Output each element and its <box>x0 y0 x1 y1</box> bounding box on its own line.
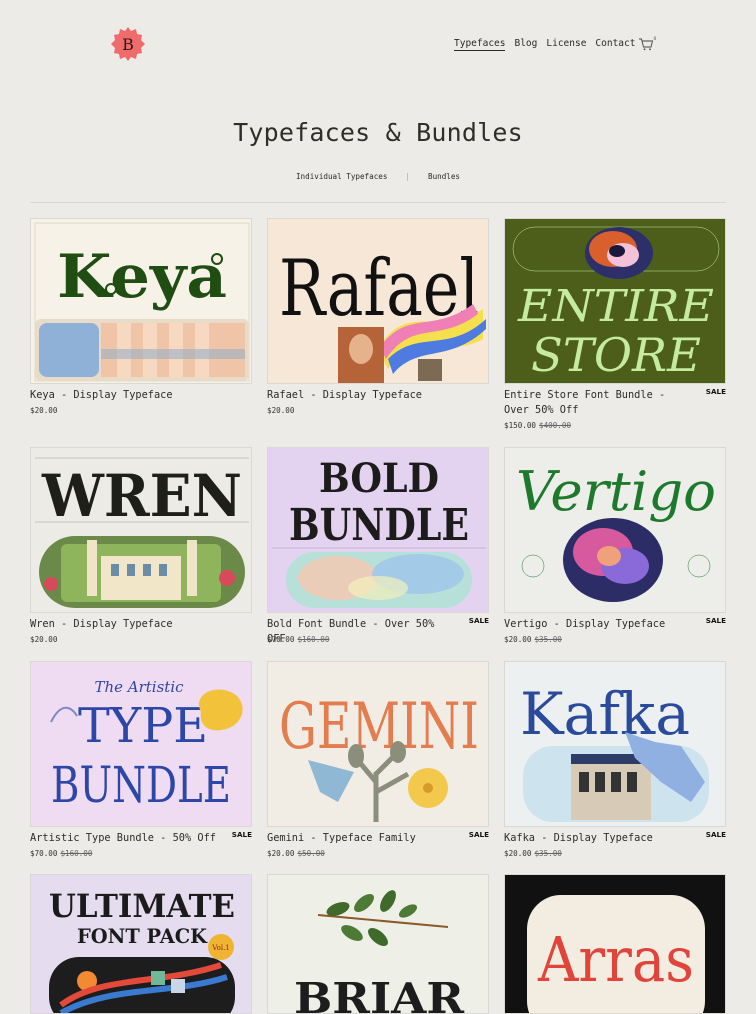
sale-badge: SALE <box>705 830 726 839</box>
product-title[interactable]: Wren - Display Typeface <box>30 617 220 632</box>
product-image-keya[interactable]: Keya <box>30 218 252 384</box>
divider <box>30 202 726 203</box>
product-title[interactable]: Entire Store Font Bundle - Over 50% Off <box>504 388 694 418</box>
product-image-briar[interactable]: BRIAR <box>267 874 489 1014</box>
original-price: $160.00 <box>60 849 93 858</box>
sale-badge: SALE <box>468 830 489 839</box>
cart-icon[interactable]: 0 <box>638 36 657 52</box>
filter-separator: | <box>405 172 410 181</box>
logo-letter: B <box>122 35 134 54</box>
current-price: $20.00 <box>30 635 58 644</box>
product-price: $20.00 <box>30 635 57 644</box>
product-image-ultimate[interactable]: ULTIMATE FONT PACK Vol.1 <box>30 874 252 1014</box>
product-title[interactable]: Keya - Display Typeface <box>30 388 220 403</box>
original-price: $35.00 <box>534 635 562 644</box>
current-price: $20.00 <box>267 406 295 415</box>
nav-blog[interactable]: Blog <box>514 38 537 51</box>
product-card-rafael[interactable]: Rafael Rafael - Display Typeface $20.00 <box>267 218 489 428</box>
product-card-wren[interactable]: WREN Wren - Display Typeface $20.00 <box>30 447 252 647</box>
product-image-vertigo[interactable]: Vertigo <box>504 447 726 613</box>
gemini-wordmark: GEMINI <box>279 690 479 764</box>
current-price: $70.00 <box>267 635 295 644</box>
product-price: $20.00 <box>267 406 294 415</box>
product-image-wren[interactable]: WREN <box>30 447 252 613</box>
product-price: $20.00 $35.00 <box>504 635 562 644</box>
product-card-briar[interactable]: BRIAR <box>267 874 489 1014</box>
current-price: $20.00 <box>30 406 58 415</box>
current-price: $150.00 <box>504 421 537 430</box>
product-price: $20.00 $35.00 <box>504 849 562 858</box>
category-filters: Individual Typefaces | Bundles <box>0 172 756 181</box>
product-image-arras[interactable]: Arras <box>504 874 726 1014</box>
product-price: $70.00 $160.00 <box>30 849 92 858</box>
product-card-bold-bundle[interactable]: BOLD BUNDLE Bold Font Bundle - Over 50% … <box>267 447 489 647</box>
original-price: $50.00 <box>297 849 325 858</box>
product-title[interactable]: Vertigo - Display Typeface <box>504 617 694 632</box>
product-title[interactable]: Artistic Type Bundle - 50% Off <box>30 831 220 846</box>
brand-logo[interactable]: B <box>111 27 145 61</box>
entire-store-line1: ENTIRE <box>517 281 714 332</box>
bold-bundle-line1: BOLD <box>319 455 439 502</box>
artistic-line1: The Artistic <box>94 678 184 696</box>
product-card-keya[interactable]: Keya Keya - Display Typeface $20.00 <box>30 218 252 428</box>
current-price: $20.00 <box>504 635 532 644</box>
product-image-artistic[interactable]: The Artistic TYPE BUNDLE <box>30 661 252 827</box>
product-image-entire-store[interactable]: ENTIRE STORE <box>504 218 726 384</box>
product-card-ultimate[interactable]: ULTIMATE FONT PACK Vol.1 <box>30 874 252 1014</box>
wren-wordmark: WREN <box>41 462 242 530</box>
product-image-rafael[interactable]: Rafael <box>267 218 489 384</box>
original-price: $160.00 <box>297 635 330 644</box>
product-card-artistic[interactable]: The Artistic TYPE BUNDLE Artistic Type B… <box>30 661 252 861</box>
ultimate-vol: Vol.1 <box>211 944 230 952</box>
product-price: $20.00 <box>30 406 57 415</box>
current-price: $20.00 <box>504 849 532 858</box>
product-card-gemini[interactable]: GEMINI Gemini - Typeface Family SALE $20… <box>267 661 489 861</box>
filter-bundles[interactable]: Bundles <box>428 172 460 181</box>
keya-dot <box>105 283 117 295</box>
nav-contact[interactable]: Contact <box>595 38 635 51</box>
original-price: $35.00 <box>534 849 562 858</box>
product-card-kafka[interactable]: Kafka Kafka - Display Typeface SALE $20.… <box>504 661 726 861</box>
product-price: $150.00 $400.00 <box>504 421 571 430</box>
product-image-kafka[interactable]: Kafka <box>504 661 726 827</box>
bold-bundle-line2: BUNDLE <box>289 500 469 551</box>
artistic-line3: BUNDLE <box>51 756 231 814</box>
main-nav: Typefaces Blog License Contact <box>454 38 635 51</box>
product-title[interactable]: Gemini - Typeface Family <box>267 831 457 846</box>
vertigo-wordmark: Vertigo <box>516 460 716 523</box>
current-price: $70.00 <box>30 849 58 858</box>
nav-license[interactable]: License <box>546 38 586 51</box>
product-price: $20.00 $50.00 <box>267 849 325 858</box>
nav-typefaces[interactable]: Typefaces <box>454 38 506 51</box>
artistic-line2: TYPE <box>78 698 208 754</box>
cart-count: 0 <box>654 36 657 42</box>
product-price: $70.00 $160.00 <box>267 635 329 644</box>
original-price: $400.00 <box>539 421 572 430</box>
filter-individual-typefaces[interactable]: Individual Typefaces <box>296 172 387 181</box>
product-card-arras[interactable]: Arras <box>504 874 726 1014</box>
briar-wordmark: BRIAR <box>294 974 465 1014</box>
ultimate-line1: ULTIMATE <box>49 887 235 925</box>
ultimate-line2: FONT PACK <box>77 924 208 948</box>
product-card-entire-store[interactable]: ENTIRE STORE Entire Store Font Bundle - … <box>504 218 726 433</box>
current-price: $20.00 <box>267 849 295 858</box>
arras-wordmark: Arras <box>537 923 694 996</box>
sale-badge: SALE <box>468 616 489 625</box>
sale-badge: SALE <box>231 830 252 839</box>
page-title: Typefaces & Bundles <box>233 118 523 147</box>
product-title[interactable]: Rafael - Display Typeface <box>267 388 457 403</box>
keya-wordmark: Keya <box>57 242 227 312</box>
product-card-vertigo[interactable]: Vertigo Vertigo - Display Typeface SALE … <box>504 447 726 647</box>
sale-badge: SALE <box>705 616 726 625</box>
product-title[interactable]: Kafka - Display Typeface <box>504 831 694 846</box>
product-image-gemini[interactable]: GEMINI <box>267 661 489 827</box>
kafka-wordmark: Kafka <box>520 680 690 748</box>
sale-badge: SALE <box>705 387 726 396</box>
keya-dot <box>211 253 223 265</box>
entire-store-line2: STORE <box>531 328 701 382</box>
product-image-bold-bundle[interactable]: BOLD BUNDLE <box>267 447 489 613</box>
